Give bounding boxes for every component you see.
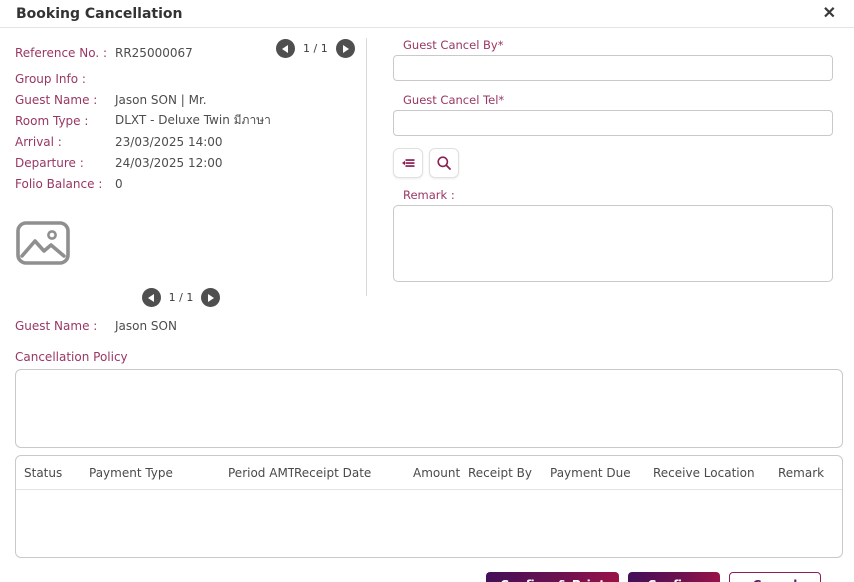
cancel-button[interactable]: Cancel	[729, 572, 821, 582]
cancel-form-panel: Guest Cancel By* Guest Cancel Tel* Remar…	[366, 38, 854, 296]
field-value: 24/03/2025 12:00	[115, 155, 223, 170]
payments-table-header: Status Payment Type Period AMT Receipt D…	[16, 456, 842, 490]
field-row-room-type: Room Type : DLXT - Deluxe Twin มีภาษา	[15, 110, 366, 131]
cancellation-policy-textarea[interactable]	[15, 369, 843, 448]
confirm-button[interactable]: Confirm	[628, 572, 720, 582]
field-value: 0	[115, 176, 123, 191]
guest-image-pager: 1 / 1	[141, 288, 221, 307]
footer-actions: Confirm & Print Confirm Cancel	[15, 558, 839, 582]
image-pager-wrap: 1 / 1	[15, 288, 347, 307]
page-indicator: 1 / 1	[303, 42, 328, 55]
booking-pager: 1 / 1	[276, 39, 355, 58]
close-icon[interactable]: ✕	[821, 4, 838, 24]
field-value: Jason SON	[115, 318, 177, 333]
field-label: Guest Name :	[15, 318, 98, 333]
column-header-payment-type: Payment Type	[89, 466, 173, 480]
chevron-right-icon	[208, 293, 215, 302]
column-header-receipt-date: Receipt Date	[294, 466, 372, 480]
list-button[interactable]	[393, 148, 423, 178]
field-row-guest-name: Guest Name : Jason SON | Mr.	[15, 89, 366, 110]
field-row-reference: Reference No. : RR25000067 1 / 1	[15, 39, 366, 63]
column-header-receive-location: Receive Location	[653, 466, 755, 480]
prev-image-button[interactable]	[141, 288, 161, 307]
field-label: Arrival :	[15, 134, 62, 149]
chevron-left-icon	[147, 293, 154, 302]
remark-textarea[interactable]	[393, 205, 833, 282]
field-value: DLXT - Deluxe Twin มีภาษา	[115, 113, 271, 127]
field-label: Folio Balance :	[15, 176, 103, 191]
image-placeholder-icon	[16, 221, 70, 265]
cancellation-policy-label: Cancellation Policy	[15, 350, 128, 364]
column-header-remark: Remark	[778, 466, 825, 480]
payments-table-empty-body	[16, 490, 842, 554]
field-value: 23/03/2025 14:00	[115, 134, 223, 149]
guest-cancel-tel-input[interactable]	[393, 110, 833, 136]
field-row-departure: Departure : 24/03/2025 12:00	[15, 152, 366, 173]
list-icon	[402, 159, 415, 167]
page-indicator: 1 / 1	[168, 291, 194, 304]
chevron-left-icon	[282, 44, 288, 53]
top-area: Reference No. : RR25000067 1 / 1 Group I…	[0, 28, 854, 336]
search-button[interactable]	[429, 148, 459, 178]
guest-cancel-tel-label: Guest Cancel Tel*	[403, 93, 505, 107]
dialog-title: Booking Cancellation	[16, 5, 183, 22]
booking-cancellation-dialog: Booking Cancellation ✕ Reference No. : R…	[0, 0, 854, 582]
dialog-header: Booking Cancellation ✕	[0, 0, 854, 28]
field-label: Room Type :	[15, 113, 89, 128]
field-label: Group Info :	[15, 71, 86, 86]
field-label: Departure :	[15, 155, 84, 170]
column-header-payment-due: Payment Due	[550, 466, 631, 480]
column-header-amount: Amount	[413, 466, 461, 480]
column-header-period-amt: Period AMT	[228, 466, 294, 480]
guest-cancel-by-input[interactable]	[393, 55, 833, 81]
search-icon	[437, 156, 451, 170]
field-label: Guest Name :	[15, 92, 98, 107]
field-value: Jason SON | Mr.	[115, 92, 207, 107]
next-image-button[interactable]	[201, 288, 221, 307]
guest-cancel-by-label: Guest Cancel By*	[403, 38, 504, 52]
guest-image-placeholder	[15, 220, 347, 266]
form-icon-buttons	[393, 148, 833, 178]
column-header-receipt-by: Receipt By	[468, 466, 532, 480]
field-label: Reference No. :	[15, 45, 108, 60]
field-row-group-info: Group Info :	[15, 68, 366, 89]
remark-label: Remark :	[403, 188, 455, 202]
next-page-button[interactable]	[335, 39, 355, 58]
field-row-arrival: Arrival : 23/03/2025 14:00	[15, 131, 366, 152]
lower-section: Cancellation Policy Status Payment Type …	[0, 350, 854, 582]
booking-details-panel: Reference No. : RR25000067 1 / 1 Group I…	[15, 28, 366, 336]
payments-table: Status Payment Type Period AMT Receipt D…	[15, 455, 843, 558]
field-value: RR25000067	[115, 45, 193, 60]
field-row-folio-balance: Folio Balance : 0	[15, 173, 366, 194]
chevron-right-icon	[342, 44, 349, 53]
field-row-guest: Guest Name : Jason SON	[15, 315, 366, 336]
prev-page-button[interactable]	[276, 39, 295, 58]
column-header-status: Status	[24, 466, 63, 480]
confirm-print-button[interactable]: Confirm & Print	[486, 572, 619, 582]
